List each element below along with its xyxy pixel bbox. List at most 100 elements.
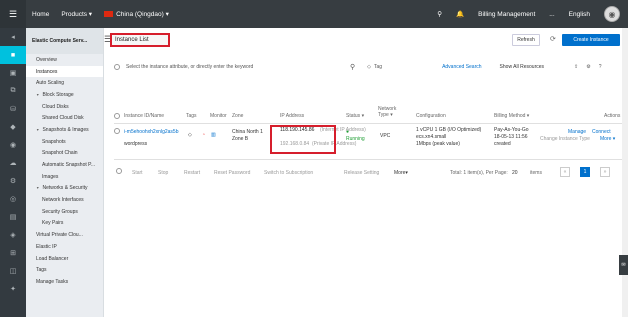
zone-sub: Zone B [232,136,249,142]
network-icon[interactable]: ⧉ [0,82,26,100]
sidebar-group-block-storage[interactable]: Block Storage [26,89,103,101]
per-page-select[interactable]: 20 [512,170,518,176]
cube-icon[interactable]: ◫ [0,262,26,280]
products-menu[interactable]: Products ▾ [61,10,92,18]
console-menu-icon[interactable]: ☰ [0,0,26,28]
help-icon[interactable]: ? [599,64,602,70]
china-flag-icon [104,11,114,18]
home-link[interactable]: Home [32,11,49,18]
avatar[interactable]: ◉ [604,6,620,22]
sidebar-item-snapshot-chain[interactable]: Snapshot Chain [26,148,103,160]
config-spec: 1 vCPU 1 GB (I/O Optimized) [416,127,482,133]
sidebar-item-cloud-disks[interactable]: Cloud Disks [26,101,103,113]
manage-link[interactable]: Manage [568,129,586,135]
sidebar-item-overview[interactable]: Overview [26,54,103,66]
billing-method: Pay-As-You-Go [494,127,529,133]
settings-icon[interactable]: ⚙ [586,64,590,70]
create-instance-button[interactable]: Create Instance [562,34,620,46]
bulk-release-setting-button[interactable]: Release Setting [344,170,379,176]
sidebar-header: Elastic Compute Serv... [26,28,103,54]
column-header-status[interactable]: Status ▾ [346,113,364,119]
select-all-checkbox[interactable] [114,113,120,119]
billing-date: 18-05-13 11:56 [494,134,528,140]
sidebar-item-security-groups[interactable]: Security Groups [26,206,103,218]
zone-name: China North 1 [232,129,263,135]
instance-id-link[interactable]: i-m5ehoohxh2xnlg2as5b [124,129,182,135]
sidebar-group-snapshots-images[interactable]: Snapshots & Images [26,124,103,136]
network-type: VPC [380,133,391,139]
advanced-search-link[interactable]: Advanced Search [442,64,481,70]
sidebar-item-elastic-ip[interactable]: Elastic IP [26,241,103,253]
search-icon[interactable]: ⚲ [437,10,442,18]
domain-icon[interactable]: ◎ [0,190,26,208]
tools-icon[interactable]: ✦ [0,280,26,298]
refresh-button[interactable]: Refresh [512,34,540,46]
storage-icon[interactable]: ▣ [0,64,26,82]
export-icon[interactable]: ⇪ [574,64,578,70]
bulk-restart-button[interactable]: Restart [184,170,200,176]
sidebar-item-shared-cloud-disk[interactable]: Shared Cloud Disk [26,112,103,124]
tag-icon: ◇ [367,64,371,70]
sidebar-item-tags[interactable]: Tags [26,264,103,276]
monitor-icon[interactable]: ◔ [202,132,205,138]
bulk-switch-subscription-button[interactable]: Switch to Subscription [264,170,313,176]
column-header-monitor: Monitor [210,113,227,119]
search-input[interactable]: Select the instance attribute, or direct… [126,64,326,70]
bulk-more-button[interactable]: More▾ [394,170,408,176]
change-instance-type-link[interactable]: Change Instance Type [540,136,590,142]
bulk-reset-password-button[interactable]: Reset Password [214,170,250,176]
column-header-billing[interactable]: Billing Method ▾ [494,113,529,119]
instance-name: wordpress [124,141,148,147]
sidebar-item-network-interfaces[interactable]: Network Interfaces [26,194,103,206]
show-all-resources[interactable]: Show All Resources [500,64,544,70]
sidebar-item-snapshots[interactable]: Snapshots [26,136,103,148]
billing-management-link[interactable]: Billing Management [478,11,535,18]
cdn-icon[interactable]: ▤ [0,208,26,226]
prev-page-button[interactable]: « [560,167,570,177]
sidebar-item-images[interactable]: Images [26,171,103,183]
sidebar-item-automatic-snapshot[interactable]: Automatic Snapshot P... [26,159,103,171]
ip-highlight-box [270,125,336,154]
product-icon-rail: ◂ ■ ▣ ⧉ ⛁ ◆ ◉ ☁ ⚙ ◎ ▤ ◈ ⊞ ◫ ✦ [0,28,26,317]
row-checkbox[interactable] [114,128,120,134]
more-menu[interactable]: ... [549,11,554,18]
sidebar-item-instances[interactable]: Instances [26,65,103,78]
analytics-icon[interactable]: ◈ [0,226,26,244]
ecs-icon[interactable]: ■ [0,46,26,64]
sidebar-item-key-pairs[interactable]: Key Pairs [26,218,103,230]
security-icon[interactable]: ◆ [0,118,26,136]
monitor-icon[interactable]: ◉ [0,136,26,154]
tag-icon[interactable]: ◇ [188,132,192,138]
sidebar-item-load-balancer[interactable]: Load Balancer [26,253,103,265]
bulk-select-checkbox[interactable] [116,168,122,174]
search-icon[interactable]: ⚲ [350,63,355,71]
collapse-icon[interactable]: ◂ [0,28,26,46]
language-selector[interactable]: English [569,11,590,18]
bulk-start-button[interactable]: Start [132,170,143,176]
main-content: Instance List Refresh ⟳ Create Instance … [104,28,628,317]
bulk-stop-button[interactable]: Stop [158,170,168,176]
refresh-icon[interactable]: ⟳ [550,35,556,43]
per-page-items-label: items [530,170,542,176]
gear-icon[interactable]: ⚙ [0,172,26,190]
contact-us-float-button[interactable]: ✉ [619,255,628,275]
sidebar-group-networks-security[interactable]: Networks & Security [26,183,103,195]
monitor-chart-icon[interactable]: ▥ [211,132,216,138]
next-page-button[interactable]: » [600,167,610,177]
region-selector[interactable]: China (Qingdao) ▾ [104,10,169,18]
cloud-icon[interactable]: ☁ [0,154,26,172]
filter-radio[interactable] [114,64,120,70]
database-icon[interactable]: ⛁ [0,100,26,118]
page-1-button[interactable]: 1 [580,167,590,177]
tag-filter[interactable]: ◇ Tag [367,64,382,70]
more-actions-link[interactable]: More ▾ [600,136,615,142]
api-icon[interactable]: ⊞ [0,244,26,262]
pagination-total: Total: 1 item(s), Per Page: [450,170,508,176]
sidebar-item-manage-tasks[interactable]: Manage Tasks [26,276,103,288]
table-header: Instance ID/Name Tags Monitor Zone IP Ad… [114,106,624,124]
connect-link[interactable]: Connect [592,129,611,135]
notification-bell-icon[interactable]: 🔔 [456,10,464,18]
column-header-network-type[interactable]: Network Type ▾ [378,106,408,118]
sidebar-item-auto-scaling[interactable]: Auto Scaling [26,77,103,89]
sidebar-item-vpc[interactable]: Virtual Private Clou... [26,229,103,241]
